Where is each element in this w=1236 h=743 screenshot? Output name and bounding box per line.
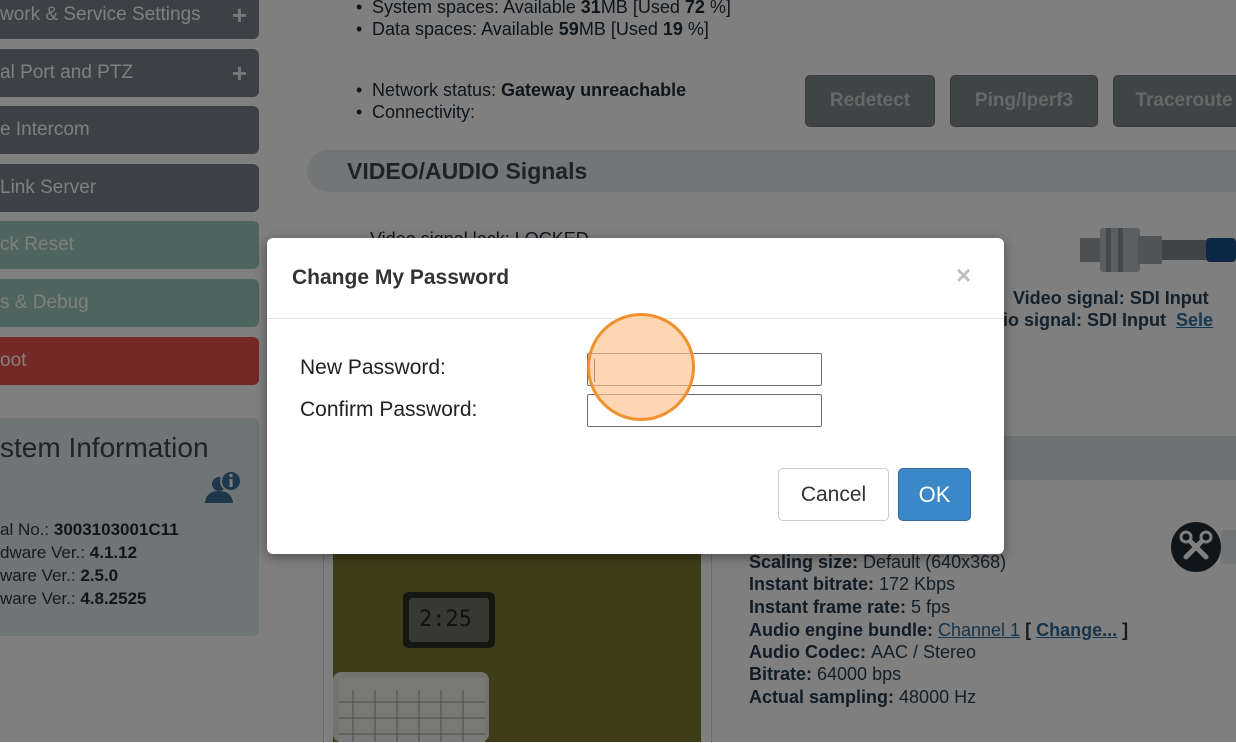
dialog-title: Change My Password: [292, 266, 510, 289]
close-icon[interactable]: ×: [956, 260, 971, 291]
ok-button[interactable]: OK: [898, 468, 971, 521]
click-indicator: [587, 313, 695, 421]
new-password-label: New Password:: [300, 356, 446, 379]
cancel-button[interactable]: Cancel: [778, 468, 889, 521]
confirm-password-label: Confirm Password:: [300, 398, 478, 421]
